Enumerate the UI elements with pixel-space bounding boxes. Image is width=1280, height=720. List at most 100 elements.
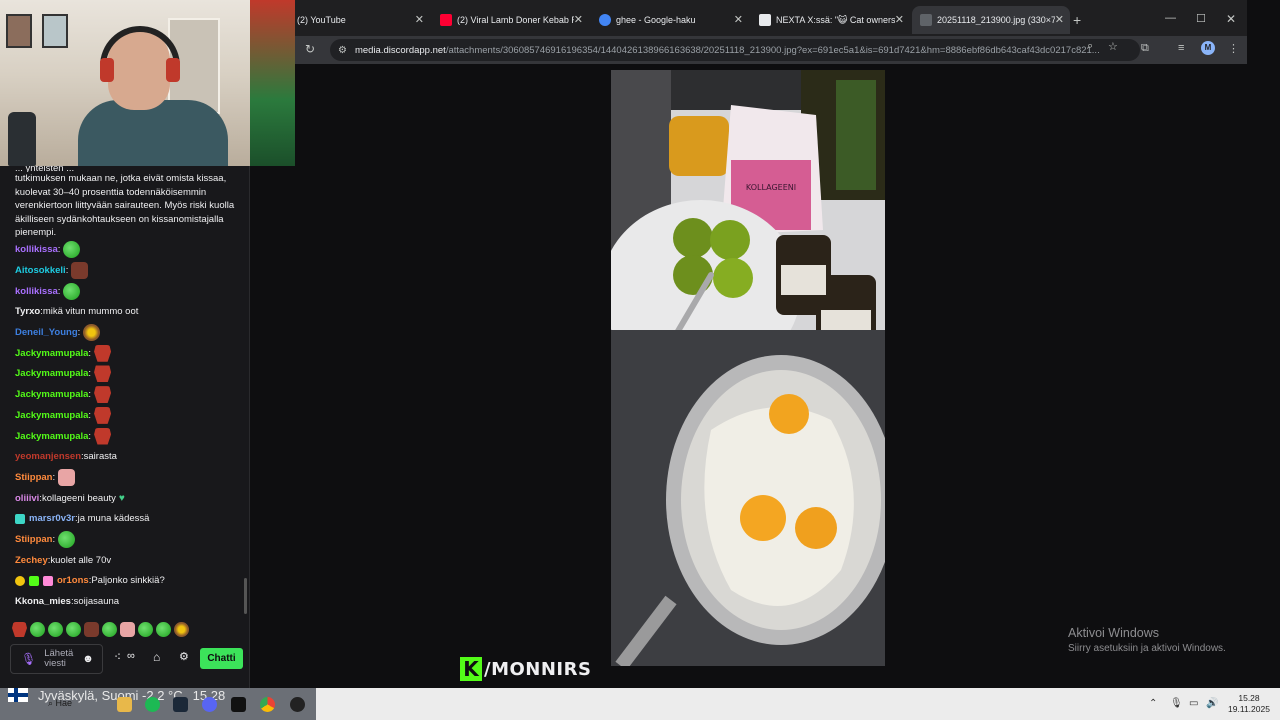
bookmark-star-icon[interactable]: ☆ xyxy=(1108,40,1118,53)
chat-username[interactable]: oliiivi xyxy=(15,493,39,504)
tray-overflow-icon[interactable]: ⌃ xyxy=(1149,698,1157,709)
chat-username[interactable]: marsr0v3r xyxy=(29,513,75,524)
chat-separator: : xyxy=(57,244,61,256)
dark-emote-icon[interactable] xyxy=(84,622,99,637)
chat-username[interactable]: Jackymamupala xyxy=(15,431,88,442)
address-bar[interactable]: ⚙ media.discordapp.net /attachments/3060… xyxy=(330,39,1140,61)
infinity-icon[interactable]: ∞ xyxy=(127,650,135,662)
user-badge-icon xyxy=(15,513,25,524)
chat-username[interactable]: kollikissa xyxy=(15,286,58,297)
chat-input-placeholder: Lähetä viesti xyxy=(44,648,74,669)
red-emote-icon[interactable] xyxy=(12,622,27,637)
chat-message: Zechey: kuolet alle 70v xyxy=(15,550,240,571)
tab-close-icon[interactable]: ✕ xyxy=(895,13,904,26)
poster xyxy=(250,0,295,166)
browser-tab[interactable]: 20251118_213900.jpg (330×71 ✕ xyxy=(912,6,1070,34)
extensions-icon[interactable]: ⧉ xyxy=(1141,42,1149,55)
egg-yolk xyxy=(795,507,837,549)
reload-icon[interactable]: ↻ xyxy=(305,42,315,56)
points-icon[interactable]: ⁖ xyxy=(114,650,121,664)
chat-username[interactable]: Aitosokkeli xyxy=(15,265,66,276)
tab-favicon-icon xyxy=(759,14,771,26)
browser-tab[interactable]: NEXTA X:ssä: "😺 Cat owners fa ✕ xyxy=(751,6,910,34)
chat-username[interactable]: Deneil_Young xyxy=(15,327,78,338)
chat-message: Deneil_Young: xyxy=(15,322,240,343)
x-app-icon[interactable] xyxy=(231,697,246,712)
site-info-icon[interactable]: ⚙ xyxy=(338,45,347,56)
network-icon[interactable]: ▭ xyxy=(1189,698,1198,709)
chat-separator: : xyxy=(57,285,61,297)
tab-close-icon[interactable]: ✕ xyxy=(1055,13,1064,26)
chat-message-list: kollikissa: Aitosokkeli: kollikissa: Tyr… xyxy=(15,240,240,612)
obs-icon[interactable] xyxy=(290,697,305,712)
browser-tab[interactable]: ghee - Google-haku ✕ xyxy=(591,6,749,34)
new-tab-button[interactable]: + xyxy=(1073,12,1081,28)
burger-emote-icon[interactable] xyxy=(174,622,189,637)
chat-message: Kkona_mies: soijasauna xyxy=(15,591,240,612)
store-icon[interactable]: ⌂ xyxy=(153,650,160,664)
chat-messages[interactable]: ... yhteisten ... tutkimuksen mukaan ne,… xyxy=(0,166,250,614)
chat-message-long: ... yhteisten ... tutkimuksen mukaan ne,… xyxy=(15,166,240,240)
minimize-button[interactable]: — xyxy=(1165,12,1176,24)
chat-separator: : xyxy=(88,347,92,359)
tab-label: NEXTA X:ssä: "😺 Cat owners fa xyxy=(776,14,895,25)
chat-separator: : xyxy=(88,368,92,380)
chat-username[interactable]: Jackymamupala xyxy=(15,368,88,379)
chat-username[interactable]: Zechey xyxy=(15,555,48,566)
menu-icon[interactable]: ⋮ xyxy=(1228,42,1239,55)
pepe-emote-icon[interactable] xyxy=(30,622,45,637)
discord-icon[interactable] xyxy=(202,697,217,712)
volume-icon[interactable]: 🔊 xyxy=(1206,698,1218,709)
tab-close-icon[interactable]: ✕ xyxy=(415,13,424,26)
chat-username[interactable]: kollikissa xyxy=(15,244,58,255)
chat-username[interactable]: Tyrxo xyxy=(15,306,40,317)
activate-windows-subtitle: Siirry asetuksiin ja aktivoi Windows. xyxy=(1068,643,1226,654)
heart-icon: ♥ xyxy=(118,492,125,504)
chat-username[interactable]: Kkona_mies xyxy=(15,596,71,607)
chat-username[interactable]: Jackymamupala xyxy=(15,410,88,421)
dark-emote-icon xyxy=(71,262,89,280)
chat-message: Jackymamupala: xyxy=(15,384,240,405)
close-window-button[interactable]: ✕ xyxy=(1226,12,1236,26)
bottle-label xyxy=(781,265,826,295)
red-emote-icon xyxy=(94,344,112,362)
zoom-icon[interactable]: ⌕ xyxy=(1087,40,1093,53)
pepe-emote-icon[interactable] xyxy=(48,622,63,637)
chat-separator: : xyxy=(88,389,92,401)
chat-username[interactable]: Stiippan xyxy=(15,534,52,545)
pepe-emote-icon[interactable] xyxy=(102,622,117,637)
chrome-icon[interactable] xyxy=(260,697,275,712)
chat-username[interactable]: Jackymamupala xyxy=(15,389,88,400)
tab-label: 20251118_213900.jpg (330×71 xyxy=(937,15,1055,25)
chat-username[interactable]: Jackymamupala xyxy=(15,348,88,359)
pink-emote-icon[interactable] xyxy=(120,622,135,637)
spotify-icon[interactable] xyxy=(145,697,160,712)
chat-send-button[interactable]: Chatti xyxy=(200,648,243,669)
gear-icon[interactable]: ⚙ xyxy=(179,650,189,663)
pepe-emote-icon[interactable] xyxy=(66,622,81,637)
chat-text: Paljonko sinkkiä? xyxy=(91,575,165,587)
browser-tab[interactable]: (2) Viral Lamb Doner Kebab Rec✕ xyxy=(432,6,589,34)
taskbar-search[interactable]: ⌕ Hae xyxy=(48,698,72,709)
maximize-button[interactable]: ☐ xyxy=(1196,12,1206,25)
media-controls-icon[interactable]: ≡ xyxy=(1178,42,1184,54)
system-clock[interactable]: 15.28 19.11.2025 xyxy=(1226,693,1272,715)
food-photo[interactable]: KOLLAGEENI xyxy=(611,70,885,666)
chat-username[interactable]: or1ons xyxy=(57,575,89,586)
pepe-emote-icon[interactable] xyxy=(138,622,153,637)
browser-tab[interactable]: (2) YouTube ✕ xyxy=(295,6,430,34)
microphone-icon[interactable]: 🎙 xyxy=(21,652,36,666)
file-explorer-icon[interactable] xyxy=(117,697,132,712)
pepe-emote-icon[interactable] xyxy=(156,622,171,637)
chat-input[interactable]: 🎙 Lähetä viesti ☻ xyxy=(10,644,103,674)
microphone-tray-icon[interactable]: 🎙 xyxy=(1170,698,1183,709)
chat-scrollbar[interactable] xyxy=(244,578,247,614)
chat-username[interactable]: Stiippan xyxy=(15,472,52,483)
tab-close-icon[interactable]: ✕ xyxy=(734,13,743,26)
taskbar-left: Jyväskylä, Suomi -2,2 °C 15.28 ⌕ Hae xyxy=(0,688,316,720)
tab-close-icon[interactable]: ✕ xyxy=(574,13,583,26)
profile-avatar[interactable]: M xyxy=(1201,41,1215,55)
emoji-icon[interactable]: ☻ xyxy=(82,653,94,665)
chat-username[interactable]: yeomanjensen xyxy=(15,451,81,462)
steam-icon[interactable] xyxy=(173,697,188,712)
